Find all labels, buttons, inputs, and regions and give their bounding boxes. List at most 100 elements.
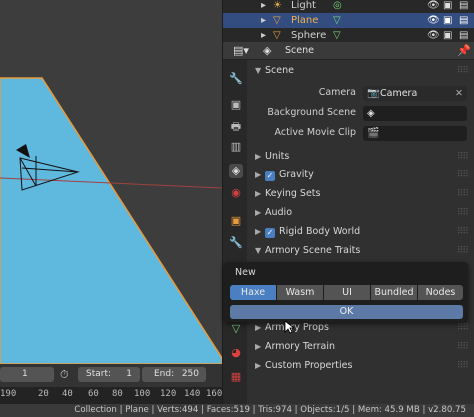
option-nodes[interactable]: Nodes [418, 285, 463, 300]
output-tab-icon[interactable]: 🖶 [229, 120, 243, 134]
panel-scene-header[interactable]: ▼ Scene [255, 65, 294, 76]
start-value: 1 [126, 369, 132, 379]
panel-grip-icon[interactable]: ⠿⠿ [457, 189, 469, 199]
panel-title: Audio [265, 207, 293, 218]
movie-clip-field[interactable]: 🎬 [363, 126, 467, 141]
mesh-data-icon: ▽ [333, 30, 341, 41]
panel-title: Armory Scene Traits [265, 245, 361, 256]
start-frame-field[interactable]: Start: 1 [78, 367, 140, 382]
texture-tab-icon[interactable]: ▦ [229, 370, 243, 384]
object-tab-icon[interactable]: ▣ [229, 214, 243, 228]
eye-icon[interactable]: 👁 [427, 13, 440, 28]
eye-icon[interactable]: 👁 [427, 28, 440, 42]
panel-title: Armory Props [265, 322, 329, 333]
camera-field[interactable]: 📷 Camera ✕ [363, 86, 467, 101]
viewport-scene [0, 77, 222, 364]
outliner-item-label: Sphere [291, 30, 327, 41]
world-tab-icon[interactable]: ◉ [229, 186, 243, 200]
panel-grip-icon[interactable]: ⠿⠿ [457, 323, 469, 333]
ruler-tick: 100 [134, 389, 151, 399]
stopwatch-icon[interactable]: ⏱ [60, 367, 74, 382]
camera-restrict-icon[interactable]: ▣ [443, 28, 452, 42]
outliner-row-sphere[interactable]: ▸ ▽ Sphere ▽ 👁 ▣ ▤ [223, 28, 474, 42]
ok-button[interactable]: OK [230, 305, 463, 319]
pin-icon[interactable]: 📌 [457, 44, 471, 57]
outliner-item-label: Plane [291, 15, 319, 26]
camera-restrict-icon[interactable]: ▣ [443, 13, 452, 28]
panel-grip-icon[interactable]: ⠿⠿ [457, 152, 469, 162]
tree-arrow-icon[interactable]: ▸ [261, 28, 266, 42]
option-haxe[interactable]: Haxe [230, 285, 276, 300]
ruler-tick: 140 [184, 389, 201, 399]
view-layer-tab-icon[interactable]: ▥ [229, 140, 243, 154]
end-label: End: [154, 369, 175, 379]
option-wasm[interactable]: Wasm [277, 285, 323, 300]
eye-icon[interactable]: 👁 [427, 0, 440, 13]
end-value: 250 [181, 369, 199, 379]
tree-arrow-icon[interactable]: ▸ [261, 0, 266, 13]
plane-mesh[interactable] [0, 77, 222, 364]
tool-tab-icon[interactable]: 🔧 [229, 72, 243, 86]
panel-armory-terrain-header[interactable]: ▶ Armory Terrain [255, 341, 335, 352]
panel-title: Keying Sets [265, 188, 321, 199]
status-bar: Collection | Plane | Verts:494 | Faces:5… [0, 404, 474, 417]
properties-context-label: Scene [285, 45, 314, 56]
panel-grip-icon[interactable]: ⠿⠿ [457, 227, 469, 237]
3d-viewport[interactable] [0, 0, 222, 364]
outliner-row-light[interactable]: ▸ ☀ Light ◎ 👁 ▣ ▤ [223, 0, 474, 13]
popup-title: New [235, 267, 256, 278]
tree-arrow-icon[interactable]: ▸ [261, 13, 266, 28]
render-icon[interactable]: ▤ [459, 28, 468, 42]
background-scene-label: Background Scene [267, 107, 356, 118]
outliner-row-plane[interactable]: ▸ ▽ Plane ▽ 👁 ▣ ▤ [223, 13, 474, 28]
modifier-tab-icon[interactable]: 🔧 [229, 236, 243, 250]
outliner-item-label: Light [291, 0, 316, 11]
mesh-object-icon: ▽ [273, 30, 281, 41]
option-bundled[interactable]: Bundled [371, 285, 417, 300]
gravity-checkbox[interactable]: ✓ [265, 171, 275, 181]
material-tab-icon[interactable]: ◕ [229, 346, 243, 360]
panel-custom-props-header[interactable]: ▶ Custom Properties [255, 360, 352, 371]
scene-icon: ◈ [367, 108, 375, 119]
end-frame-field[interactable]: End: 250 [142, 367, 206, 382]
mesh-data-tab-icon[interactable]: ▽ [229, 322, 243, 336]
camera-restrict-icon[interactable]: ▣ [443, 0, 452, 13]
panel-grip-icon[interactable]: ⠿⠿ [457, 361, 469, 371]
current-frame-field[interactable]: 1 [0, 367, 54, 382]
panel-audio-header[interactable]: ▶ Audio [255, 207, 292, 218]
panel-rigid-body-header[interactable]: ▶ ✓ Rigid Body World [255, 226, 360, 238]
timeline-ruler[interactable]: 190 20 40 60 80 100 120 140 160 [0, 387, 222, 404]
panel-grip-icon[interactable]: ⠿⠿ [457, 208, 469, 218]
render-icon[interactable]: ▤ [459, 13, 468, 28]
current-frame-value: 1 [22, 369, 28, 379]
panel-armory-traits-header[interactable]: ▼ Armory Scene Traits [255, 245, 360, 256]
scene-tab-icon[interactable]: ◈ [229, 164, 243, 178]
camera-value: Camera [380, 88, 418, 99]
rigid-body-checkbox[interactable]: ✓ [265, 228, 275, 238]
render-icon[interactable]: ▤ [459, 0, 468, 13]
camera-icon: 📷 [367, 88, 380, 99]
background-scene-field[interactable]: ◈ [363, 106, 467, 121]
render-tab-icon[interactable]: ▣ [229, 98, 243, 112]
panel-title: Gravity [279, 169, 314, 180]
option-ui[interactable]: UI [324, 285, 370, 300]
scene-icon: ◈ [263, 44, 272, 57]
ruler-tick: 190 [0, 389, 17, 399]
ruler-tick: 40 [62, 389, 73, 399]
panel-grip-icon[interactable]: ⠿⠿ [457, 66, 469, 76]
properties-editor: ▤▾ ◈ Scene 📌 🔧 ▣ 🖶 ▥ ◈ ◉ ▣ 🔧 ▽ ◕ ▦ ▼ Scen… [222, 42, 474, 404]
panel-grip-icon[interactable]: ⠿⠿ [457, 246, 469, 256]
panel-gravity-header[interactable]: ▶ ✓ Gravity [255, 169, 314, 181]
properties-header: ▤▾ ◈ Scene 📌 [223, 42, 474, 60]
panel-grip-icon[interactable]: ⠿⠿ [457, 170, 469, 180]
panel-units-header[interactable]: ▶ Units [255, 151, 289, 162]
panel-grip-icon[interactable]: ⠿⠿ [457, 342, 469, 352]
status-text: Collection | Plane | Verts:494 | Faces:5… [74, 405, 466, 415]
panel-keying-sets-header[interactable]: ▶ Keying Sets [255, 188, 320, 199]
editor-type-icon[interactable]: ▤▾ [233, 44, 249, 57]
light-icon: ☀ [273, 0, 282, 11]
ruler-tick: 20 [38, 389, 49, 399]
start-label: Start: [86, 369, 112, 379]
ruler-tick: 60 [88, 389, 99, 399]
clear-icon[interactable]: ✕ [455, 86, 463, 101]
